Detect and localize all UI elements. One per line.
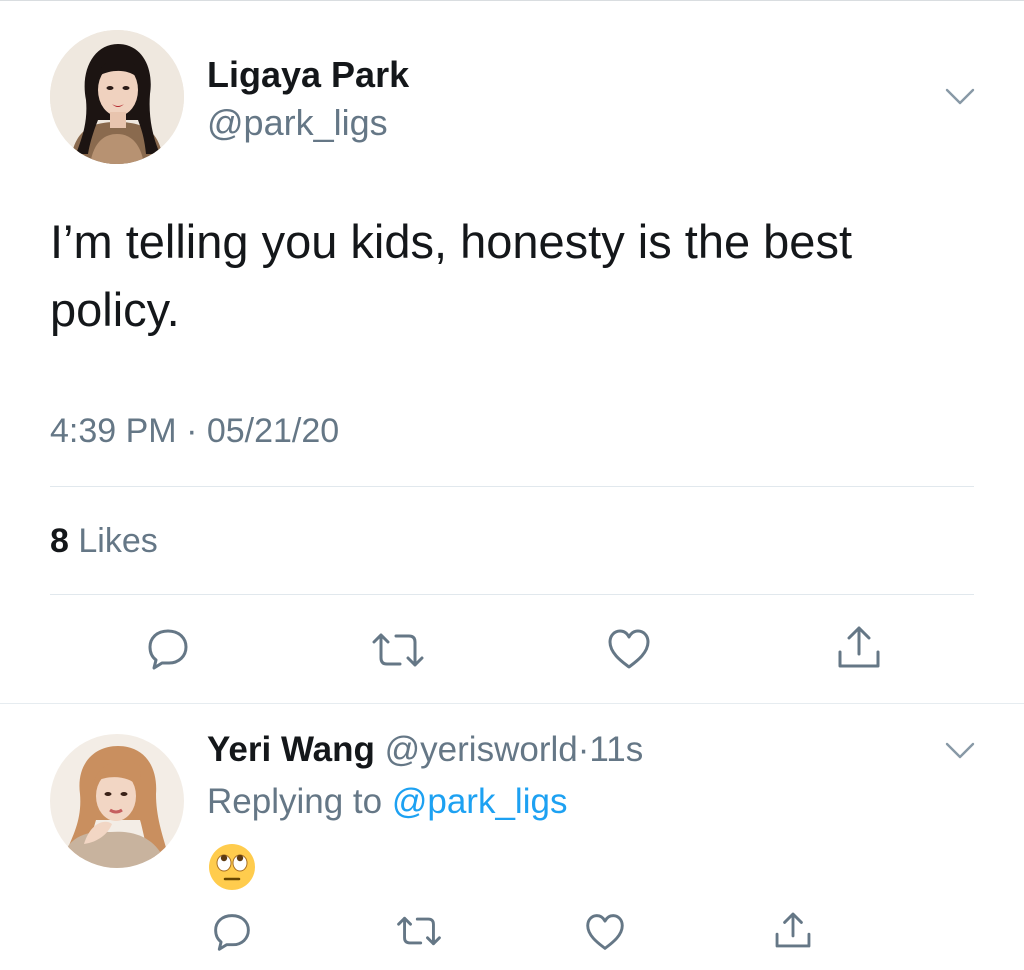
section-divider bbox=[0, 703, 1024, 704]
retweet-icon[interactable] bbox=[395, 914, 443, 948]
reply-time[interactable]: 11s bbox=[589, 730, 643, 769]
reply-author-handle[interactable]: @yerisworld bbox=[385, 730, 578, 769]
chevron-down-icon[interactable] bbox=[945, 88, 975, 106]
top-border bbox=[0, 0, 1024, 1]
likes-count: 8 bbox=[50, 522, 69, 560]
author-name[interactable]: Ligaya Park bbox=[207, 54, 409, 96]
divider bbox=[50, 594, 974, 595]
tweet-timestamp[interactable]: 4:39 PM · 05/21/20 bbox=[50, 412, 339, 451]
replying-to-line: Replying to @park_ligs bbox=[207, 782, 567, 822]
divider bbox=[50, 486, 974, 487]
reply-icon[interactable] bbox=[212, 912, 252, 952]
replying-to-label: Replying to bbox=[207, 782, 383, 821]
reply-icon[interactable] bbox=[146, 627, 190, 671]
author-handle[interactable]: @park_ligs bbox=[207, 102, 388, 144]
share-icon[interactable] bbox=[772, 910, 814, 950]
profile-photo bbox=[50, 734, 184, 868]
tweet-text: I’m telling you kids, honesty is the bes… bbox=[50, 215, 853, 336]
chevron-down-icon[interactable] bbox=[945, 742, 975, 760]
reply-header: Yeri Wang @yerisworld·11s bbox=[207, 730, 643, 770]
replying-to-mention[interactable]: @park_ligs bbox=[392, 782, 568, 821]
avatar[interactable] bbox=[50, 734, 184, 868]
share-icon[interactable] bbox=[834, 624, 884, 670]
like-icon[interactable] bbox=[606, 627, 652, 671]
retweet-icon[interactable] bbox=[370, 630, 426, 670]
profile-photo bbox=[50, 30, 184, 164]
tweet-detail-page: Ligaya Park @park_ligs I’m telling you k… bbox=[0, 0, 1024, 970]
face-with-rolling-eyes-emoji bbox=[207, 842, 257, 892]
reply-author-name[interactable]: Yeri Wang bbox=[207, 730, 375, 769]
like-icon[interactable] bbox=[584, 912, 626, 952]
avatar[interactable] bbox=[50, 30, 184, 164]
separator-dot: · bbox=[577, 730, 590, 769]
likes-label: Likes bbox=[78, 522, 158, 560]
likes-stat[interactable]: 8 Likes bbox=[50, 522, 158, 561]
